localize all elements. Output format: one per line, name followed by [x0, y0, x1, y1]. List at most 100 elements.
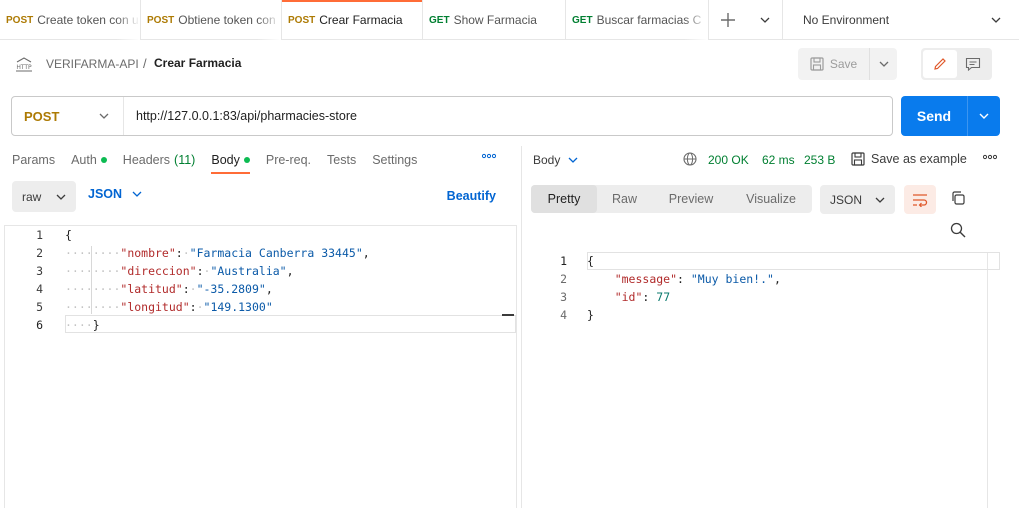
brace: }	[92, 318, 100, 332]
breadcrumb-request-name[interactable]: Crear Farmacia	[154, 56, 241, 70]
edit-mode-button[interactable]	[923, 50, 957, 78]
tab-params[interactable]: Params	[12, 146, 55, 174]
line-number: 3	[560, 290, 567, 304]
code-line: 3 "id": 77	[522, 288, 988, 306]
environment-selector[interactable]: No Environment	[783, 0, 1019, 39]
response-time[interactable]: 62 ms	[762, 153, 795, 167]
json-value: 77	[656, 290, 671, 304]
request-tabs: Params Auth Headers (11) Body Pre-req. Te…	[12, 146, 433, 176]
request-tab-bar: POST Create token con u POST Obtiene tok…	[0, 0, 1019, 40]
save-example-button[interactable]: Save as example	[851, 152, 967, 166]
copy-icon[interactable]	[950, 190, 966, 206]
response-format-selector[interactable]: JSON	[820, 185, 895, 214]
breadcrumb-collection[interactable]: VERIFARMA-API	[46, 57, 139, 71]
url-input[interactable]: http://127.0.0.1:83/api/pharmacies-store	[124, 109, 357, 123]
chevron-down-icon	[99, 113, 109, 119]
search-icon[interactable]	[950, 222, 966, 238]
wrap-lines-button[interactable]	[904, 185, 936, 214]
json-value: "Australia"	[210, 264, 287, 278]
request-tab[interactable]: POST Obtiene token con	[141, 0, 282, 40]
body-mode-selector[interactable]: raw	[12, 181, 76, 212]
status-code[interactable]: 200 OK	[708, 153, 749, 167]
tab-title: Show Farmacia	[453, 13, 537, 27]
new-tab-button[interactable]	[709, 0, 747, 40]
brace: {	[587, 254, 594, 268]
request-tab[interactable]: GET Buscar farmacias C	[566, 0, 709, 40]
line-number: 2	[560, 272, 567, 286]
tab-auth[interactable]: Auth	[71, 146, 107, 174]
line-number: 3	[36, 264, 43, 278]
response-view-tabs: Pretty Raw Preview Visualize	[531, 185, 812, 213]
tab-method: GET	[572, 14, 593, 26]
line-number: 6	[36, 318, 43, 332]
chevron-down-icon	[875, 197, 885, 203]
save-button[interactable]: Save	[798, 48, 870, 80]
tab-title: Crear Farmacia	[319, 13, 403, 27]
json-value: "149.1300"	[203, 300, 273, 314]
request-body-editor[interactable]: 1 { 2 ········"nombre":·"Farmacia Canber…	[4, 225, 517, 508]
beautify-button[interactable]: Beautify	[447, 189, 496, 203]
request-tab[interactable]: GET Show Farmacia	[423, 0, 566, 40]
tab-method: POST	[6, 14, 34, 26]
json-key: "message"	[614, 272, 678, 286]
response-section-label: Body	[533, 153, 561, 167]
tab-settings[interactable]: Settings	[372, 146, 417, 174]
response-size[interactable]: 253 B	[804, 153, 835, 167]
request-header: HTTP VERIFARMA-API / Crear Farmacia Save	[0, 40, 1019, 88]
http-icon: HTTP	[16, 57, 32, 72]
tab-method: POST	[288, 14, 316, 26]
plus-icon	[721, 13, 735, 27]
comments-button[interactable]	[957, 50, 991, 78]
tab-tests[interactable]: Tests	[327, 146, 356, 174]
comment-icon	[966, 57, 981, 71]
body-language-selector[interactable]: JSON	[88, 187, 142, 201]
more-icon[interactable]	[482, 153, 496, 159]
response-body-viewer[interactable]: 1 { 2 "message": "Muy bien!.", 3 "id": 7…	[522, 252, 1000, 508]
code-line: 6 ····}	[5, 316, 516, 334]
tab-headers[interactable]: Headers (11)	[123, 146, 196, 174]
json-key: "longitud"	[120, 300, 190, 314]
brace: {	[65, 228, 72, 242]
headers-count: (11)	[174, 153, 196, 167]
body-options: raw JSON Beautify	[12, 181, 520, 213]
status-dot	[243, 157, 250, 163]
more-icon[interactable]	[983, 154, 997, 160]
code-line: 2 ········"nombre":·"Farmacia Canberra 3…	[5, 244, 516, 262]
code-line: 1 {	[5, 226, 516, 244]
json-key: "direccion"	[120, 264, 197, 278]
chevron-down-icon	[979, 113, 989, 119]
tab-visualize[interactable]: Visualize	[730, 185, 812, 213]
code-line: 5 ········"longitud":·"149.1300"	[5, 298, 516, 316]
save-options-button[interactable]	[870, 48, 897, 80]
send-button[interactable]: Send	[901, 96, 968, 136]
tab-list-button[interactable]	[747, 0, 783, 40]
json-value: "Farmacia Canberra 33445"	[189, 246, 363, 260]
tab-preview[interactable]: Preview	[652, 185, 730, 213]
tab-method: POST	[147, 14, 175, 26]
globe-icon[interactable]	[683, 152, 697, 166]
chevron-down-icon	[760, 17, 769, 23]
save-icon	[851, 152, 865, 166]
tab-prereq[interactable]: Pre-req.	[266, 146, 311, 174]
chevron-down-icon	[991, 17, 1001, 23]
request-tab[interactable]: POST Create token con u	[0, 0, 141, 40]
line-number: 4	[560, 308, 567, 322]
response-section-selector[interactable]: Body	[533, 153, 578, 167]
tab-body[interactable]: Body	[211, 146, 250, 174]
save-label: Save	[829, 57, 858, 71]
environment-label: No Environment	[803, 12, 890, 27]
request-tab-active[interactable]: POST Crear Farmacia	[282, 0, 423, 40]
send-group: Send	[901, 96, 1000, 136]
chevron-down-icon	[879, 61, 888, 67]
tab-pretty[interactable]: Pretty	[531, 185, 597, 213]
code-line: 1 {	[522, 252, 988, 270]
json-value: "-35.2809"	[196, 282, 266, 296]
chevron-down-icon	[568, 157, 578, 163]
tab-raw[interactable]: Raw	[597, 185, 652, 213]
method-selector[interactable]: POST	[12, 97, 124, 135]
send-options-button[interactable]	[968, 96, 1000, 136]
code-line: 4 }	[522, 306, 988, 324]
pencil-icon	[933, 58, 946, 70]
tab-label: Body	[211, 153, 240, 167]
json-value: "Muy bien!."	[690, 272, 774, 286]
